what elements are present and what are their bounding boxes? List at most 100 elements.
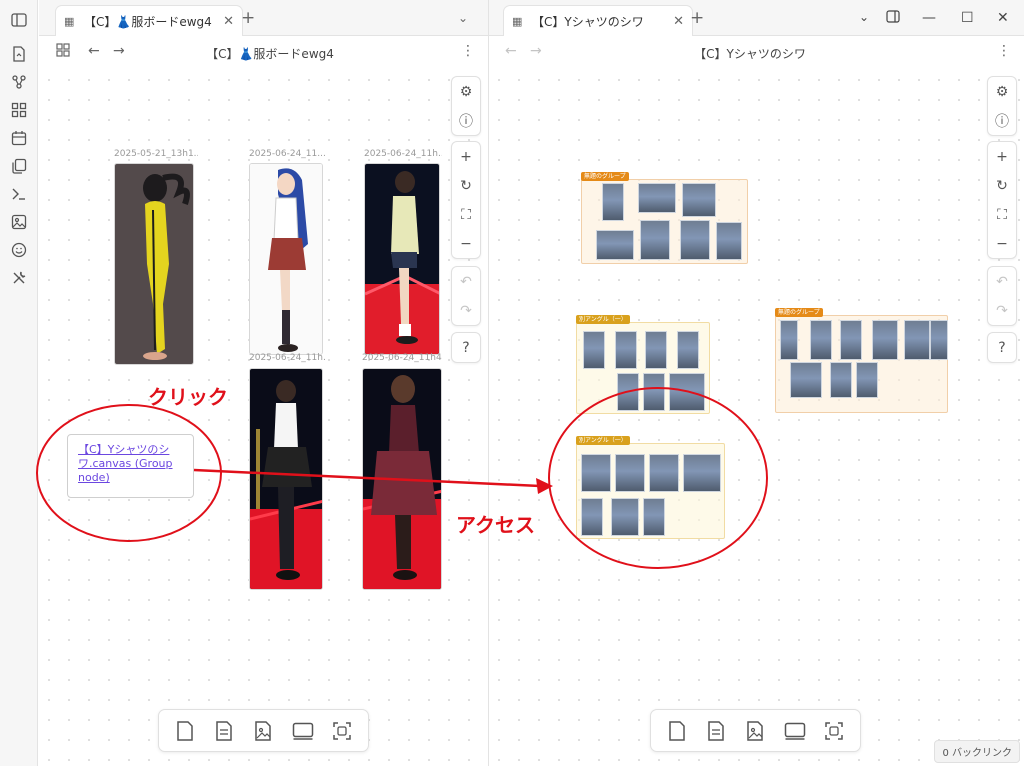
image-thumb[interactable] [790, 362, 822, 398]
redo-icon[interactable]: ↷ [452, 296, 480, 325]
window-close-icon[interactable]: ✕ [997, 10, 1009, 26]
image-thumb[interactable] [677, 331, 699, 369]
tab-right-shirt[interactable]: ▦ 【C】Yシャツのシワ ✕ [503, 5, 693, 36]
more-options-icon[interactable]: ⋮ [461, 43, 475, 59]
image-thumb[interactable] [856, 362, 878, 398]
close-icon[interactable]: ✕ [223, 14, 234, 29]
new-embed-icon[interactable] [328, 717, 356, 745]
right-canvas[interactable] [489, 70, 1024, 766]
new-tab-icon[interactable]: + [241, 8, 255, 28]
image-card[interactable] [249, 163, 323, 355]
chevron-down-icon[interactable]: ⌄ [859, 10, 869, 24]
canvas-icon[interactable] [8, 99, 30, 121]
new-group-icon[interactable] [289, 717, 317, 745]
zoom-in-icon[interactable]: + [988, 142, 1016, 171]
image-thumb[interactable] [581, 498, 603, 536]
canvas-group[interactable]: 別アングル（一） [576, 436, 725, 539]
close-icon[interactable]: ✕ [673, 14, 684, 29]
copy-icon[interactable] [8, 155, 30, 177]
sidebar-toggle-icon[interactable] [8, 9, 30, 31]
undo-icon[interactable]: ↶ [452, 267, 480, 296]
image-thumb[interactable] [643, 498, 665, 536]
image-thumb[interactable] [830, 362, 852, 398]
settings-icon[interactable]: ⚙ [988, 77, 1016, 106]
new-media-icon[interactable] [741, 717, 769, 745]
image-thumb[interactable] [683, 454, 721, 492]
forward-arrow-icon[interactable]: → [530, 43, 542, 59]
back-arrow-icon[interactable]: ← [505, 43, 517, 59]
image-thumb[interactable] [617, 373, 639, 411]
image-thumb[interactable] [640, 220, 670, 260]
back-arrow-icon[interactable]: ← [88, 43, 100, 59]
new-note-icon[interactable] [171, 717, 199, 745]
smiley-icon[interactable] [8, 239, 30, 261]
info-icon[interactable]: ⓘ [452, 106, 480, 135]
pane-divider[interactable] [488, 0, 489, 766]
canvas-group[interactable]: 無題のグループ [581, 172, 748, 264]
chevron-down-icon[interactable]: ⌄ [458, 11, 468, 25]
image-thumb[interactable] [615, 331, 637, 369]
new-group-icon[interactable] [781, 717, 809, 745]
image-thumb[interactable] [615, 454, 645, 492]
more-options-icon[interactable]: ⋮ [997, 43, 1011, 59]
tools-icon[interactable] [8, 267, 30, 289]
new-media-icon[interactable] [249, 717, 277, 745]
maximize-icon[interactable]: ☐ [961, 10, 974, 26]
canvas-group[interactable]: 無題のグループ [775, 308, 948, 413]
graph-icon[interactable] [8, 71, 30, 93]
image-thumb[interactable] [596, 230, 634, 260]
image-card[interactable] [114, 163, 194, 365]
image-thumb[interactable] [810, 320, 832, 360]
file-switch-icon[interactable] [8, 43, 30, 65]
undo-icon[interactable]: ↶ [988, 267, 1016, 296]
new-note-icon[interactable] [663, 717, 691, 745]
fit-icon[interactable]: ⛶ [452, 200, 480, 229]
canvas-group[interactable]: 別アングル（一） [576, 315, 710, 414]
image-thumb[interactable] [872, 320, 898, 360]
sidebar-right-toggle-icon[interactable] [886, 10, 900, 27]
new-file-icon[interactable] [210, 717, 238, 745]
backlinks-status[interactable]: 0 バックリンク [934, 740, 1020, 763]
image-thumb[interactable] [581, 454, 611, 492]
minimize-icon[interactable]: — [922, 10, 936, 26]
redo-icon[interactable]: ↷ [988, 296, 1016, 325]
image-thumb[interactable] [583, 331, 605, 369]
canvas-icon[interactable] [56, 43, 70, 61]
terminal-icon[interactable] [8, 183, 30, 205]
zoom-out-icon[interactable]: − [988, 229, 1016, 258]
image-thumb[interactable] [780, 320, 798, 360]
help-icon[interactable]: ? [988, 333, 1016, 362]
forward-arrow-icon[interactable]: → [113, 43, 125, 59]
image-card[interactable] [364, 163, 440, 355]
image-thumb[interactable] [643, 373, 665, 411]
image-thumb[interactable] [611, 498, 639, 536]
group-link-node[interactable]: 【C】Yシャツのシワ.canvas (Group node) [67, 434, 194, 498]
image-thumb[interactable] [602, 183, 624, 221]
image-card[interactable] [249, 368, 323, 590]
image-thumb[interactable] [649, 454, 679, 492]
fit-icon[interactable]: ⛶ [988, 200, 1016, 229]
new-tab-icon[interactable]: + [690, 8, 704, 28]
zoom-out-icon[interactable]: − [452, 229, 480, 258]
reset-icon[interactable]: ↻ [988, 171, 1016, 200]
help-icon[interactable]: ? [452, 333, 480, 362]
image-icon[interactable] [8, 211, 30, 233]
settings-icon[interactable]: ⚙ [452, 77, 480, 106]
image-thumb[interactable] [680, 220, 710, 260]
new-embed-icon[interactable] [820, 717, 848, 745]
image-thumb[interactable] [645, 331, 667, 369]
info-icon[interactable]: ⓘ [988, 106, 1016, 135]
image-thumb[interactable] [682, 183, 716, 217]
reset-icon[interactable]: ↻ [452, 171, 480, 200]
image-card[interactable] [362, 368, 442, 590]
tab-left-board[interactable]: ▦ 【C】👗服ボードewg4 ✕ [55, 5, 243, 36]
image-thumb[interactable] [840, 320, 862, 360]
image-thumb[interactable] [930, 320, 948, 360]
calendar-icon[interactable] [8, 127, 30, 149]
new-file-icon[interactable] [702, 717, 730, 745]
image-thumb[interactable] [638, 183, 676, 213]
zoom-in-icon[interactable]: + [452, 142, 480, 171]
image-thumb[interactable] [716, 222, 742, 260]
image-thumb[interactable] [904, 320, 930, 360]
image-thumb[interactable] [669, 373, 705, 411]
